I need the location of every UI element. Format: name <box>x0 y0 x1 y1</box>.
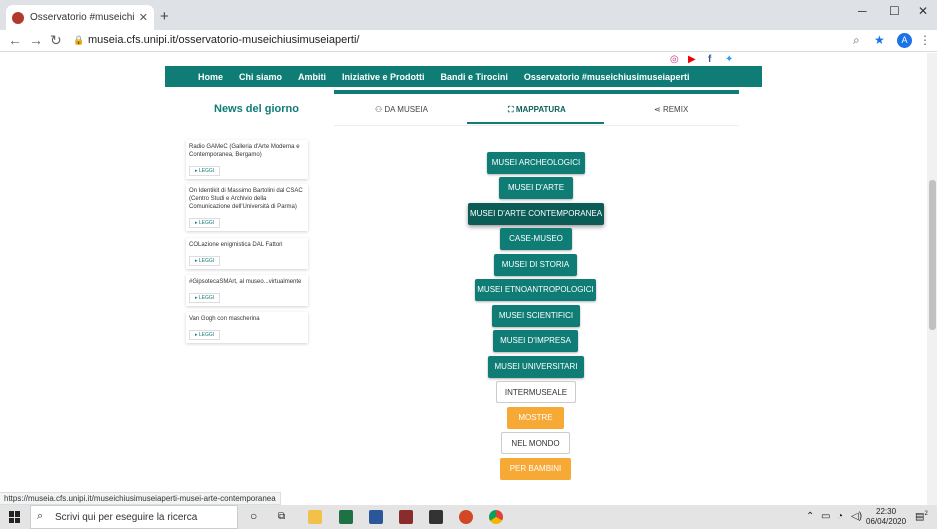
news-text: COLazione enigmistica DAL Fattori <box>189 242 283 248</box>
nav-item-ambiti[interactable]: Ambiti <box>298 72 326 82</box>
tab-remix[interactable]: ⋖ REMIX <box>654 105 688 114</box>
menu-dots-icon[interactable]: ⋮ <box>919 33 931 47</box>
forward-icon[interactable]: → <box>29 32 43 48</box>
wifi-icon[interactable]: ◔ <box>837 511 843 522</box>
facebook-icon[interactable]: f <box>708 54 711 65</box>
back-icon[interactable]: ← <box>8 32 22 48</box>
volume-icon[interactable]: ◁) <box>851 511 862 522</box>
battery-icon[interactable]: ▭ <box>821 511 830 522</box>
zoom-icon[interactable]: ⌕ <box>853 33 860 48</box>
category-musei-arte[interactable]: MUSEI D'ARTE <box>499 177 573 199</box>
word-icon[interactable] <box>369 510 383 524</box>
nav-item-bandi[interactable]: Bandi e Tirocini <box>441 72 508 82</box>
news-text: #GipsotecaSMArt, al museo...virtualmente <box>189 279 302 285</box>
news-card: Radio GAMeC (Galleria d'Arte Moderna e C… <box>186 140 308 179</box>
clock-date: 06/04/2020 <box>866 517 907 526</box>
category-musei-archeologici[interactable]: MUSEI ARCHEOLOGICI <box>487 152 585 174</box>
notifications-icon[interactable]: ▤2 <box>915 511 928 522</box>
news-card: #GipsotecaSMArt, al museo...virtualmente… <box>186 275 308 306</box>
category-case-museo[interactable]: CASE-MUSEO <box>500 228 572 250</box>
category-musei-impresa[interactable]: MUSEI D'IMPRESA <box>493 330 578 352</box>
status-url: https://museia.cfs.unipi.it/museichiusim… <box>0 492 281 505</box>
tab-da-museia[interactable]: ⚇ DA MUSEIA <box>375 105 428 114</box>
news-text: Radio GAMeC (Galleria d'Arte Moderna e C… <box>189 144 300 158</box>
read-button[interactable]: ▸ LEGGI <box>189 330 221 340</box>
tab-strip: Osservatorio #museichiusimuse ✕ + ─ ☐ ✕ <box>0 0 937 30</box>
photos-icon[interactable] <box>429 510 443 524</box>
news-text: Van Gogh con mascherina <box>189 316 260 322</box>
category-musei-arte-contemporanea[interactable]: MUSEI D'ARTE CONTEMPORANEA <box>468 203 604 225</box>
nav-item-home[interactable]: Home <box>198 72 223 82</box>
tab-mappatura[interactable]: ⛶ MAPPATURA <box>508 105 566 115</box>
bookmark-star-icon[interactable]: ★ <box>874 33 885 47</box>
powerpoint-icon[interactable] <box>459 510 473 524</box>
group-icon: ⚇ <box>375 105 383 114</box>
site-favicon-icon <box>12 11 24 24</box>
tray-chevron-icon[interactable]: ⌃ <box>806 511 814 522</box>
clock-time: 22:30 <box>876 507 897 516</box>
main-nav: Home Chi siamo Ambiti Iniziative e Prodo… <box>165 66 762 87</box>
browser-toolbar: ← → ↻ 🔒 museia.cfs.unipi.it/osservatorio… <box>0 30 937 52</box>
nav-item-osservatorio[interactable]: Osservatorio #museichiusimuseiaperti <box>524 72 690 82</box>
twitter-icon[interactable]: ✦ <box>725 54 733 65</box>
file-explorer-icon[interactable] <box>308 510 322 524</box>
new-tab-icon[interactable]: + <box>160 8 169 25</box>
share-icon: ⋖ <box>654 105 661 114</box>
nav-item-iniziative[interactable]: Iniziative e Prodotti <box>342 72 425 82</box>
news-text: On Identikit di Massimo Bartolini dal CS… <box>189 188 303 210</box>
address-bar[interactable]: museia.cfs.unipi.it/osservatorio-museich… <box>88 34 359 46</box>
category-intermuseale[interactable]: INTERMUSEALE <box>496 381 576 403</box>
maximize-icon[interactable]: ☐ <box>889 4 900 18</box>
task-view-icon[interactable]: ⧉ <box>278 511 285 522</box>
system-clock[interactable]: 22:30 06/04/2020 <box>866 507 906 527</box>
active-tab-indicator <box>467 122 604 124</box>
category-mostre[interactable]: MOSTRE <box>507 407 564 429</box>
cortana-icon[interactable]: ○ <box>250 509 257 523</box>
reload-icon[interactable]: ↻ <box>50 32 62 49</box>
news-card: COLazione enigmistica DAL Fattori ▸ LEGG… <box>186 238 308 269</box>
windows-taskbar: ⌕ Scrivi qui per eseguire la ricerca ○ ⧉… <box>0 505 937 529</box>
notification-count: 2 <box>924 511 928 517</box>
close-tab-icon[interactable]: ✕ <box>139 11 148 24</box>
scrollbar-thumb[interactable] <box>929 180 936 330</box>
category-nel-mondo[interactable]: NEL MONDO <box>501 432 570 454</box>
category-musei-universitari[interactable]: MUSEI UNIVERSITARI <box>488 356 584 378</box>
browser-tab[interactable]: Osservatorio #museichiusimuse ✕ <box>6 5 154 30</box>
close-window-icon[interactable]: ✕ <box>918 4 928 18</box>
category-musei-scientifici[interactable]: MUSEI SCIENTIFICI <box>492 305 580 327</box>
news-title: News del giorno <box>214 103 299 115</box>
winrar-icon[interactable] <box>399 510 413 524</box>
news-card: Van Gogh con mascherina ▸ LEGGI <box>186 312 308 343</box>
search-placeholder: Scrivi qui per eseguire la ricerca <box>55 512 198 523</box>
read-button[interactable]: ▸ LEGGI <box>189 293 221 303</box>
web-page: ◎ ▶ f ✦ Home Chi siamo Ambiti Iniziative… <box>0 53 927 505</box>
windows-start-icon[interactable] <box>9 511 21 523</box>
search-icon: ⌕ <box>37 510 44 522</box>
read-button[interactable]: ▸ LEGGI <box>189 166 221 176</box>
minimize-icon[interactable]: ─ <box>858 4 867 18</box>
lock-icon: 🔒 <box>73 35 85 45</box>
chrome-icon[interactable] <box>489 510 503 524</box>
tab-title: Osservatorio #museichiusimuse <box>30 12 135 23</box>
category-musei-etnoantropologici[interactable]: MUSEI ETNOANTROPOLOGICI <box>475 279 596 301</box>
category-per-bambini[interactable]: PER BAMBINI <box>500 458 571 480</box>
news-card: On Identikit di Massimo Bartolini dal CS… <box>186 184 308 231</box>
read-button[interactable]: ▸ LEGGI <box>189 218 221 228</box>
instagram-icon[interactable]: ◎ <box>670 54 679 65</box>
tabs-top-bar <box>334 90 739 94</box>
youtube-icon[interactable]: ▶ <box>688 54 696 65</box>
profile-avatar[interactable]: A <box>897 33 912 48</box>
excel-icon[interactable] <box>339 510 353 524</box>
read-button[interactable]: ▸ LEGGI <box>189 256 221 266</box>
category-musei-storia[interactable]: MUSEI DI STORIA <box>494 254 577 276</box>
nav-item-chi-siamo[interactable]: Chi siamo <box>239 72 282 82</box>
binoculars-icon: ⛶ <box>508 105 514 114</box>
taskbar-search[interactable]: ⌕ Scrivi qui per eseguire la ricerca <box>30 505 238 529</box>
